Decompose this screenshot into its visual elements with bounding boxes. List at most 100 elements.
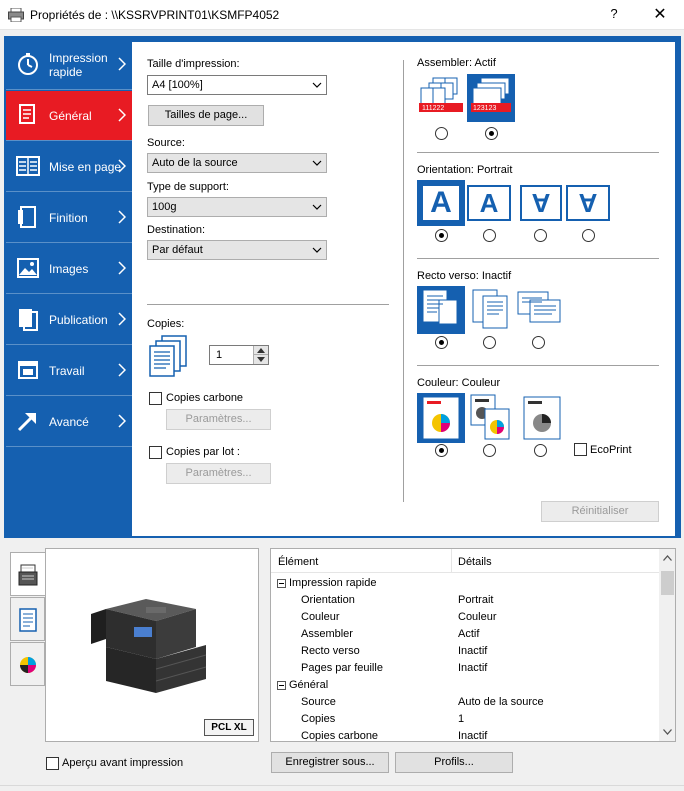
color-mixed-radio[interactable] — [483, 444, 496, 457]
list-item[interactable]: Couleur Couleur — [271, 609, 659, 626]
batch-copies-checkbox[interactable] — [149, 446, 162, 459]
chevron-up-icon — [257, 348, 265, 353]
nav-item-avance[interactable]: Avancé — [6, 397, 132, 447]
orientation-value: Portrait — [476, 164, 513, 176]
list-item[interactable]: Général — [271, 677, 659, 694]
nav-item-impression-rapide[interactable]: Impression rapide — [6, 40, 132, 90]
carbon-settings-button[interactable]: Paramètres... — [166, 409, 271, 430]
uncollated-sample-text: 111222 — [422, 105, 444, 112]
uncollate-option[interactable]: 111222 — [417, 74, 465, 122]
orientation-portrait-radio[interactable] — [435, 229, 448, 242]
divider — [147, 304, 389, 305]
list-item[interactable]: Recto verso Inactif — [271, 643, 659, 660]
media-type-select[interactable]: 100g — [147, 197, 327, 217]
printer-icon — [8, 8, 24, 22]
orientation-label: Orientation: — [417, 164, 474, 176]
tab-color[interactable] — [10, 642, 45, 686]
orientation-landscape-option[interactable]: A — [467, 185, 511, 221]
orientation-rotated-portrait-radio[interactable] — [534, 229, 547, 242]
reset-button[interactable]: Réinitialiser — [541, 501, 659, 522]
orientation-landscape-radio[interactable] — [483, 229, 496, 242]
duplex-off-option[interactable] — [417, 286, 465, 334]
nav-item-images[interactable]: Images — [6, 244, 132, 294]
duplex-short-edge-radio[interactable] — [532, 336, 545, 349]
list-item[interactable]: Copies carbone Inactif — [271, 728, 659, 742]
collapse-icon[interactable] — [277, 579, 286, 588]
duplex-off-radio[interactable] — [435, 336, 448, 349]
duplex-value: Inactif — [481, 270, 512, 282]
batch-settings-button[interactable]: Paramètres... — [166, 463, 271, 484]
item-value: Auto de la source — [458, 696, 544, 708]
list-item[interactable]: Source Auto de la source — [271, 694, 659, 711]
title-bar: Propriétés de : \\KSSRVPRINT01\KSMFP4052… — [0, 0, 684, 30]
color-mono-radio[interactable] — [534, 444, 547, 457]
image-icon — [17, 258, 39, 278]
chevron-right-icon — [118, 108, 126, 122]
vertical-scrollbar[interactable] — [659, 549, 675, 741]
nav-item-travail[interactable]: Travail — [6, 346, 132, 396]
collapse-icon[interactable] — [277, 681, 286, 690]
orientation-rotated-landscape-radio[interactable] — [582, 229, 595, 242]
nav-item-general[interactable]: Général — [6, 91, 132, 141]
list-item[interactable]: Assembler Actif — [271, 626, 659, 643]
scrollbar-thumb[interactable] — [661, 571, 674, 595]
duplex-long-edge-radio[interactable] — [483, 336, 496, 349]
print-preview-checkbox[interactable] — [46, 757, 59, 770]
tab-printer[interactable] — [10, 552, 46, 596]
chevron-down-icon — [312, 160, 322, 166]
destination-select[interactable]: Par défaut — [147, 240, 327, 260]
scroll-down-icon[interactable] — [663, 729, 672, 735]
profiles-button[interactable]: Profils... — [395, 752, 513, 773]
duplex-short-edge-option[interactable] — [516, 286, 564, 334]
page-sizes-button[interactable]: Tailles de page... — [148, 105, 264, 126]
collated-sample-text: 123123 — [473, 105, 496, 112]
list-item[interactable]: Impression rapide — [271, 575, 659, 592]
orientation-portrait-option[interactable]: A — [417, 180, 465, 226]
color-label: Couleur: — [417, 377, 459, 389]
carbon-copies-checkbox[interactable] — [149, 392, 162, 405]
ecoprint-checkbox[interactable] — [574, 443, 587, 456]
settings-summary-list[interactable]: Élément Détails Impression rapide Orient… — [270, 548, 676, 742]
nav-item-publication[interactable]: Publication — [6, 295, 132, 345]
color-mixed-option[interactable] — [467, 393, 515, 443]
color-mono-option[interactable] — [518, 393, 566, 443]
stepper-down-button[interactable] — [253, 355, 268, 364]
source-select[interactable]: Auto de la source — [147, 153, 327, 173]
item-key: Copies carbone — [301, 730, 379, 742]
collate-option[interactable]: 123123 — [467, 74, 515, 122]
color-full-radio[interactable] — [435, 444, 448, 457]
color-full-option[interactable] — [417, 393, 465, 443]
print-size-select[interactable]: A4 [100%] — [147, 75, 327, 95]
close-button[interactable]: ✕ — [645, 4, 675, 24]
collate-radio[interactable] — [485, 127, 498, 140]
nav-label: Mise en page — [49, 160, 122, 174]
list-item[interactable]: Pages par feuille Inactif — [271, 660, 659, 677]
orientation-rotated-portrait-option[interactable]: A — [520, 185, 562, 221]
copies-value: 1 — [216, 349, 223, 361]
nav-item-finition[interactable]: Finition — [6, 193, 132, 243]
item-value: Portrait — [458, 594, 494, 606]
chevron-right-icon — [118, 57, 126, 71]
nav-item-mise-en-page[interactable]: Mise en page — [6, 142, 132, 192]
nav-label: Travail — [49, 364, 85, 378]
scroll-up-icon[interactable] — [663, 555, 672, 561]
duplex-long-edge-option[interactable] — [467, 286, 515, 334]
layout-icon — [16, 156, 40, 176]
nav-label: Finition — [49, 211, 88, 225]
item-key: Général — [289, 679, 329, 691]
item-key: Orientation — [301, 594, 355, 606]
list-item[interactable]: Orientation Portrait — [271, 592, 659, 609]
help-button[interactable]: ? — [604, 6, 624, 21]
item-key: Impression rapide — [289, 577, 377, 589]
stepper-up-button[interactable] — [253, 346, 268, 355]
copies-stepper[interactable]: 1 — [209, 345, 269, 365]
orientation-rotated-landscape-option[interactable]: A — [566, 185, 610, 221]
item-value: Inactif — [458, 730, 488, 742]
collate-heading: Assembler: Actif — [417, 57, 496, 69]
printer-device-image — [91, 599, 207, 693]
tab-page[interactable] — [10, 597, 45, 641]
chevron-right-icon — [118, 414, 126, 428]
save-as-button[interactable]: Enregistrer sous... — [271, 752, 389, 773]
uncollate-radio[interactable] — [435, 127, 448, 140]
list-item[interactable]: Copies 1 — [271, 711, 659, 728]
